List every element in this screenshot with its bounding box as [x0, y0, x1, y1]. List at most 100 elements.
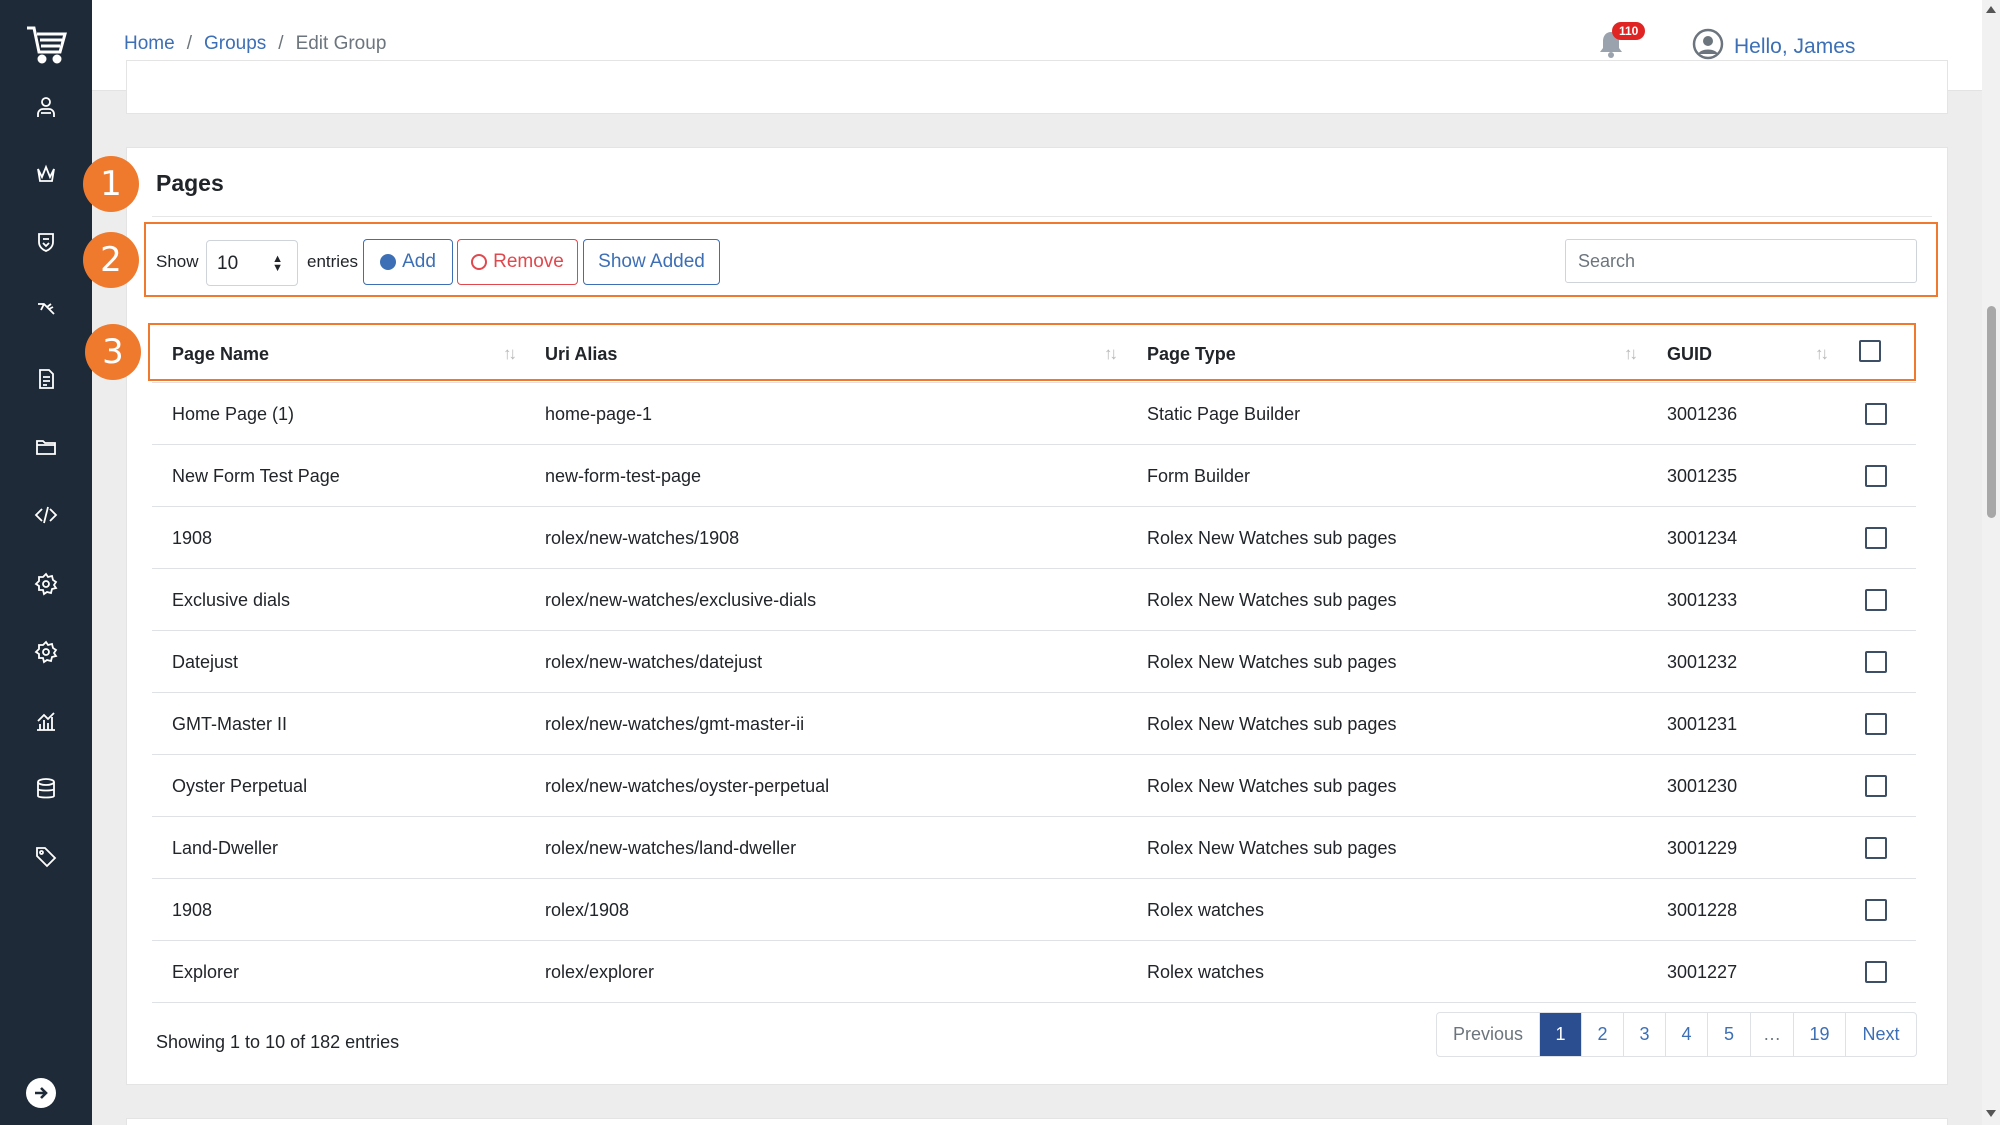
remove-circle-icon: [471, 254, 488, 270]
select-caret-icon: ▲ ▼: [272, 253, 283, 274]
users-icon[interactable]: [28, 89, 64, 125]
page-4-button[interactable]: 4: [1666, 1013, 1708, 1056]
breadcrumb-home-link[interactable]: Home: [124, 33, 175, 55]
cell-uri-alias: rolex/new-watches/1908: [545, 528, 740, 548]
row-checkbox[interactable]: [1865, 961, 1887, 983]
add-dot-icon: [380, 254, 397, 270]
add-button[interactable]: Add: [363, 239, 453, 285]
scrollbar-thumb[interactable]: [1987, 306, 1996, 518]
add-button-label: Add: [402, 251, 436, 272]
select-all-checkbox[interactable]: [1859, 340, 1881, 362]
logout-arrow-icon[interactable]: [26, 1078, 56, 1108]
table-row: Home Page (1) home-page-1 Static Page Buil…: [152, 383, 1916, 445]
page-1-button[interactable]: 1: [1540, 1013, 1582, 1056]
cell-page-type: Rolex New Watches sub pages: [1147, 776, 1397, 796]
cell-page-type: Rolex New Watches sub pages: [1147, 714, 1397, 734]
scroll-down-icon[interactable]: [1986, 1110, 1996, 1117]
folder-icon[interactable]: [28, 429, 64, 465]
previous-page-button[interactable]: Previous: [1437, 1013, 1540, 1056]
page-3-button[interactable]: 3: [1624, 1013, 1666, 1056]
table-row: GMT-Master II rolex/new-watches/gmt-maste…: [152, 693, 1916, 755]
row-checkbox[interactable]: [1865, 589, 1887, 611]
show-added-button-label: Show Added: [598, 251, 705, 272]
column-header-guid[interactable]: GUID: [1667, 344, 1712, 365]
column-header-uri-alias[interactable]: Uri Alias: [545, 344, 617, 365]
row-checkbox[interactable]: [1865, 713, 1887, 735]
search-input[interactable]: [1565, 239, 1917, 283]
cell-page-type: Form Builder: [1147, 466, 1251, 486]
row-checkbox[interactable]: [1865, 837, 1887, 859]
cell-guid: 3001233: [1667, 590, 1738, 610]
tag-icon[interactable]: [28, 839, 64, 875]
step-marker-3: 3: [85, 324, 141, 380]
entries-label: entries: [307, 252, 359, 271]
sort-icon[interactable]: ↑↓: [1624, 344, 1638, 364]
cell-page-type: Rolex New Watches sub pages: [1147, 652, 1397, 672]
next-card: [126, 1118, 1948, 1125]
step-marker-1: 1: [83, 156, 139, 212]
crown-icon[interactable]: [28, 156, 64, 192]
row-checkbox[interactable]: [1865, 403, 1887, 425]
cell-guid: 3001229: [1667, 838, 1738, 858]
column-header-page-type[interactable]: Page Type: [1147, 344, 1236, 365]
row-checkbox[interactable]: [1865, 465, 1887, 487]
cell-page-name: Datejust: [172, 652, 239, 672]
user-greeting: Hello, James: [1734, 35, 1856, 58]
show-added-button[interactable]: Show Added: [583, 239, 720, 285]
page-scrollbar[interactable]: [1982, 0, 2000, 1125]
key-icon[interactable]: [28, 292, 64, 328]
cell-uri-alias: rolex/new-watches/exclusive-dials: [545, 590, 817, 610]
table-row: Datejust rolex/new-watches/datejust Rolex …: [152, 631, 1916, 693]
row-checkbox[interactable]: [1865, 651, 1887, 673]
cell-page-name: Land-Dweller: [172, 838, 279, 858]
row-checkbox[interactable]: [1865, 899, 1887, 921]
cell-page-name: GMT-Master II: [172, 714, 288, 734]
cell-guid: 3001231: [1667, 714, 1738, 734]
cell-guid: 3001236: [1667, 404, 1738, 424]
cart-logo-icon[interactable]: [22, 20, 70, 68]
table-row: Explorer rolex/explorer Rolex watches 30012…: [152, 941, 1916, 1003]
notification-badge: 110: [1612, 22, 1646, 40]
card-title: Pages: [156, 170, 224, 196]
cell-uri-alias: rolex/new-watches/datejust: [545, 652, 763, 672]
pagination-ellipsis: …: [1751, 1013, 1794, 1056]
analytics-icon[interactable]: [28, 703, 64, 739]
sort-icon[interactable]: ↑↓: [1104, 344, 1118, 364]
cell-page-name: Explorer: [172, 962, 240, 982]
breadcrumb-groups-link[interactable]: Groups: [204, 33, 266, 55]
row-checkbox[interactable]: [1865, 775, 1887, 797]
sort-icon[interactable]: ↑↓: [1815, 344, 1829, 364]
settings-icon[interactable]: [28, 566, 64, 602]
settings-alt-icon[interactable]: [28, 634, 64, 670]
cell-page-name: Home Page (1): [172, 404, 295, 424]
table-info: Showing 1 to 10 of 182 entries: [156, 1032, 400, 1052]
cell-uri-alias: home-page-1: [545, 404, 653, 424]
breadcrumb-separator: /: [278, 33, 284, 54]
breadcrumb-current: Edit Group: [295, 33, 387, 54]
cell-page-name: 1908: [172, 900, 213, 920]
shield-icon[interactable]: [28, 224, 64, 260]
sort-icon[interactable]: ↑↓: [503, 344, 517, 364]
database-icon[interactable]: [28, 771, 64, 807]
table-row: Oyster Perpetual rolex/new-watches/oyster…: [152, 755, 1916, 817]
page-2-button[interactable]: 2: [1582, 1013, 1624, 1056]
page-19-button[interactable]: 19: [1794, 1013, 1846, 1056]
step-marker-2: 2: [83, 232, 139, 288]
remove-button[interactable]: Remove: [457, 239, 578, 285]
page-5-button[interactable]: 5: [1708, 1013, 1751, 1056]
cell-page-type: Static Page Builder: [1147, 404, 1301, 424]
column-header-page-name[interactable]: Page Name: [172, 344, 269, 365]
document-list-icon[interactable]: [28, 361, 64, 397]
code-icon[interactable]: [28, 497, 64, 533]
cell-page-name: 1908: [172, 528, 213, 548]
show-label: Show: [156, 252, 199, 271]
remove-button-label: Remove: [493, 251, 564, 272]
cell-guid: 3001227: [1667, 962, 1738, 982]
cell-uri-alias: rolex/explorer: [545, 962, 655, 982]
next-page-button[interactable]: Next: [1846, 1013, 1916, 1056]
table-row: Land-Dweller rolex/new-watches/land-dwell…: [152, 817, 1916, 879]
page-size-select[interactable]: 10 ▲ ▼: [206, 240, 298, 286]
row-checkbox[interactable]: [1865, 527, 1887, 549]
breadcrumb-separator: /: [186, 33, 192, 54]
scroll-up-icon[interactable]: [1986, 6, 1996, 13]
